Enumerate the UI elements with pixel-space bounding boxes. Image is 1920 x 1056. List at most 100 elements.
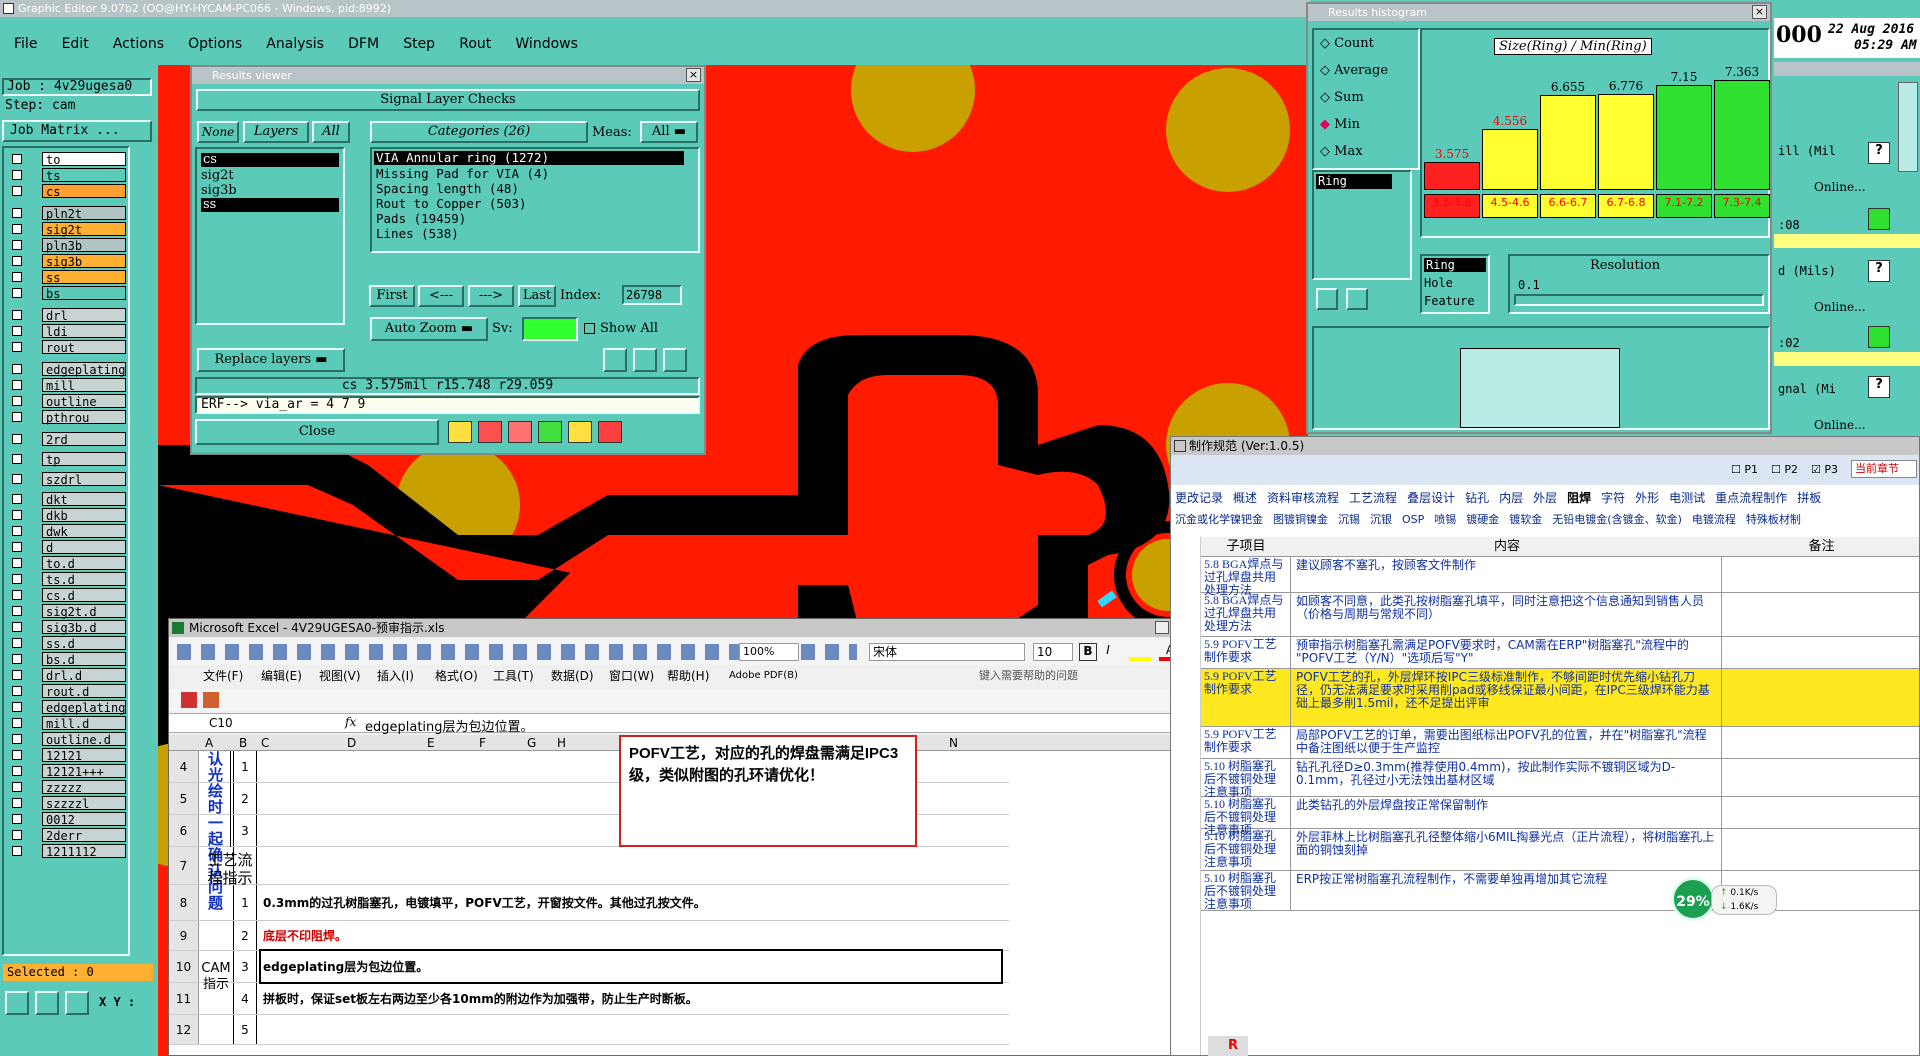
layer-name[interactable]: 0012 — [42, 812, 126, 827]
show-all-checkbox[interactable] — [584, 323, 595, 334]
layer-checkbox[interactable] — [12, 224, 22, 234]
layer-name[interactable]: szdrl — [42, 472, 126, 487]
spec-tab[interactable]: 沉锡 — [1338, 513, 1360, 526]
layer-row[interactable]: rout — [12, 340, 126, 355]
del-icon[interactable] — [1316, 288, 1338, 310]
layer-checkbox[interactable] — [12, 454, 22, 464]
layer-row[interactable]: 2rd — [12, 432, 126, 447]
menu-options[interactable]: Options — [188, 36, 242, 52]
layer-checkbox[interactable] — [12, 288, 22, 298]
menu-step[interactable]: Step — [403, 36, 435, 52]
screen-icon[interactable] — [478, 421, 502, 443]
layer-checkbox[interactable] — [12, 272, 22, 282]
index-input[interactable]: 26798 — [622, 285, 682, 305]
cell-b[interactable]: 3 — [233, 951, 257, 982]
layer-checkbox[interactable] — [12, 590, 22, 600]
layer-row[interactable]: drl — [12, 308, 126, 323]
p2-check[interactable]: ☐ P2 — [1771, 463, 1798, 476]
layer-name[interactable]: mill.d — [42, 716, 126, 731]
layer-row[interactable]: dkt — [12, 492, 126, 507]
layer-name[interactable]: bs.d — [42, 652, 126, 667]
job-matrix-button[interactable]: Job Matrix ... — [2, 120, 152, 142]
layer-row[interactable]: 12121 — [12, 748, 126, 763]
layer-row[interactable]: ss.d — [12, 636, 126, 651]
refresh-icon[interactable] — [633, 348, 657, 372]
layer-checkbox[interactable] — [12, 814, 22, 824]
histogram-icon[interactable] — [598, 421, 622, 443]
layer-row[interactable]: 1211112 — [12, 844, 126, 859]
layer-checkbox[interactable] — [12, 606, 22, 616]
xl-menu-file[interactable]: 文件(F) — [203, 665, 243, 687]
column-header[interactable]: E — [427, 735, 435, 751]
option-sum[interactable]: ◇ Sum — [1320, 90, 1364, 105]
layer-name[interactable]: 2derr — [42, 828, 126, 843]
layers-button[interactable]: Layers — [243, 121, 309, 143]
layer-name[interactable]: 12121+++ — [42, 764, 126, 779]
spec-row[interactable]: 5.8 BGA焊点与过孔焊盘共用处理方法 建议顾客不塞孔，按顾客文件制作 — [1201, 557, 1919, 597]
sheet-row[interactable]: 12 5 — [169, 1015, 1009, 1045]
xl-menu-adobe[interactable]: Adobe PDF(B) — [729, 665, 798, 687]
layer-row[interactable]: pln3b — [12, 238, 126, 253]
layer-name[interactable]: mill — [42, 378, 126, 393]
attr-ring[interactable]: Ring — [1316, 174, 1392, 189]
layer-checkbox[interactable] — [12, 782, 22, 792]
measure-icon[interactable] — [5, 991, 29, 1015]
result-layer-sig2t[interactable]: sig2t — [201, 168, 234, 183]
histogram-bar[interactable]: 6.776 — [1598, 79, 1654, 190]
side-online-1[interactable]: Online... — [1814, 180, 1866, 194]
spec-tab[interactable]: 内层 — [1499, 491, 1523, 505]
column-header[interactable]: G — [527, 735, 536, 751]
p3-check[interactable]: ☑ P3 — [1811, 463, 1838, 476]
column-header[interactable]: B — [239, 735, 247, 751]
spec-tab[interactable]: 拼板 — [1797, 491, 1821, 505]
layer-checkbox[interactable] — [12, 434, 22, 444]
type-hole[interactable]: Hole — [1424, 276, 1453, 290]
cell-b[interactable]: 5 — [233, 1015, 257, 1044]
category-item[interactable]: Lines (538) — [376, 226, 459, 241]
auto-zoom-select[interactable]: Auto Zoom ▬ — [370, 317, 488, 341]
spec-row[interactable]: 5.8 BGA焊点与过孔焊盘共用处理方法 如顾客不同意，此类孔按树脂塞孔填平，同时… — [1201, 593, 1919, 637]
next-button[interactable]: ---> — [468, 285, 514, 307]
spec-tab[interactable]: 电测试 — [1669, 491, 1705, 505]
help-icon[interactable]: ? — [1868, 376, 1890, 398]
check-icon[interactable] — [538, 421, 562, 443]
layer-row[interactable]: dwk — [12, 524, 126, 539]
spec-row[interactable]: 5.9 POFV工艺制作要求 POFV工艺的孔，外层焊环按IPC三级标准制作，不够… — [1201, 669, 1919, 727]
layer-name[interactable]: cs.d — [42, 588, 126, 603]
cell-b[interactable]: 4 — [233, 983, 257, 1014]
type-feature[interactable]: Feature — [1424, 294, 1475, 308]
category-item[interactable]: Pads (19459) — [376, 211, 466, 226]
type-list[interactable]: Ring Hole Feature — [1420, 254, 1490, 314]
spec-tab[interactable]: 外形 — [1635, 491, 1659, 505]
layer-row[interactable]: mill.d — [12, 716, 126, 731]
xl-menu-window[interactable]: 窗口(W) — [609, 665, 654, 687]
category-list[interactable]: VIA Annular ring (1272) Missing Pad for … — [370, 147, 700, 253]
layer-checkbox[interactable] — [12, 558, 22, 568]
close-icon[interactable]: × — [1752, 5, 1767, 19]
layer-row[interactable]: pln2t — [12, 206, 126, 221]
spec-tab[interactable]: 镀硬金 — [1466, 513, 1499, 526]
layer-name[interactable]: to — [42, 152, 126, 167]
help-icon[interactable]: ? — [1868, 142, 1890, 164]
layer-checkbox[interactable] — [12, 702, 22, 712]
histogram-bar[interactable]: 6.655 — [1540, 80, 1596, 190]
layer-row[interactable]: ts — [12, 168, 126, 183]
option-min[interactable]: ◆ Min — [1320, 117, 1360, 132]
resolution-slider[interactable] — [1514, 294, 1764, 306]
histogram-bar[interactable]: 7.15 — [1656, 70, 1712, 190]
meas-select[interactable]: All ▬ — [640, 121, 698, 143]
spec-tab[interactable]: 钻孔 — [1465, 491, 1489, 505]
prev-button[interactable]: <--- — [418, 285, 464, 307]
layer-name[interactable]: edgeplating — [42, 362, 126, 377]
layer-checkbox[interactable] — [12, 750, 22, 760]
spec-tab[interactable]: 电镀流程 — [1692, 513, 1736, 526]
layer-checkbox[interactable] — [12, 734, 22, 744]
option-max[interactable]: ◇ Max — [1320, 144, 1363, 159]
layer-row[interactable]: cs — [12, 184, 126, 199]
attr-list[interactable]: Ring — [1312, 170, 1412, 280]
layer-row[interactable]: edgeplating — [12, 362, 126, 377]
layer-name[interactable]: sig3b.d — [42, 620, 126, 635]
all-layers-button[interactable]: All — [312, 121, 350, 143]
layer-name[interactable]: cs — [42, 184, 126, 199]
cell-b[interactable]: 2 — [233, 921, 257, 950]
